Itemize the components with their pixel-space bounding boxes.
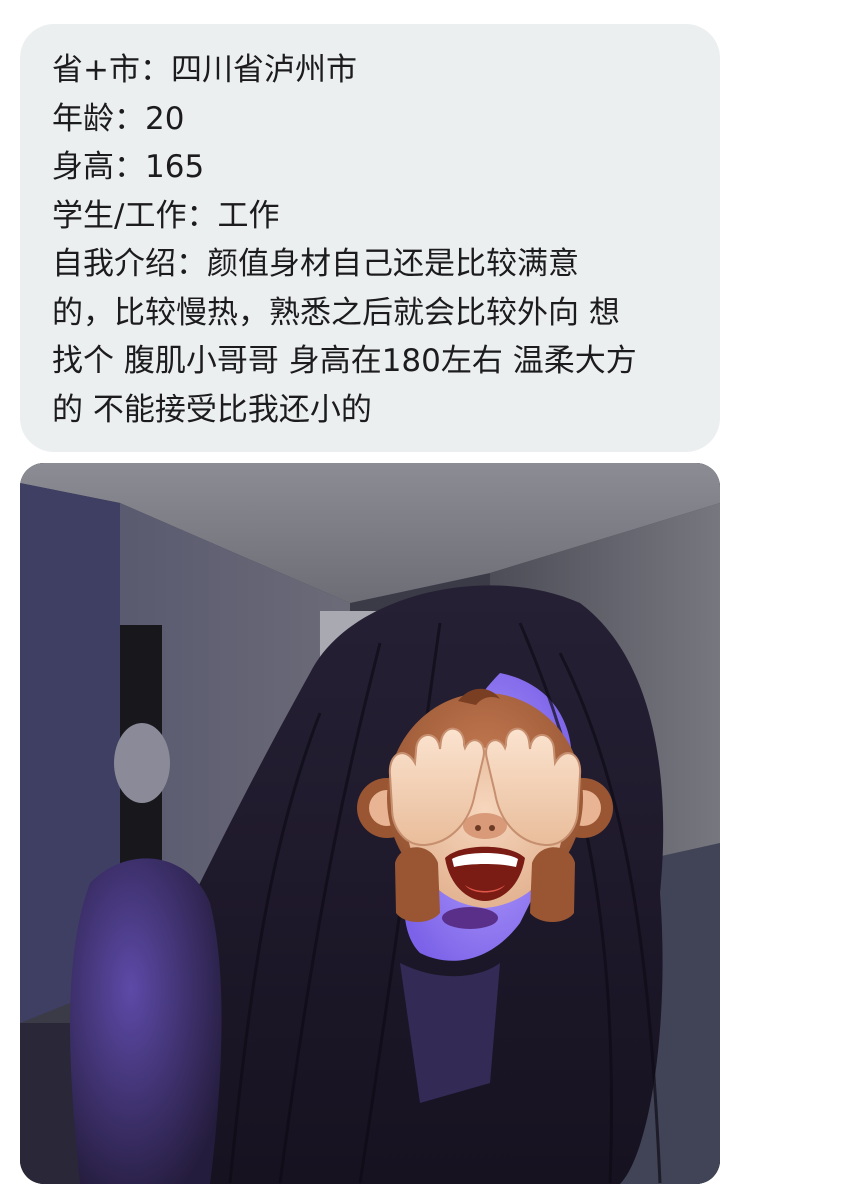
- message-bubble[interactable]: 省+市：四川省泸州市 年龄：20 身高：165 学生/工作：工作 自我介绍：颜值…: [20, 24, 720, 452]
- message-line-intro-4: 的 不能接受比我还小的: [52, 391, 372, 428]
- message-line-intro-3: 找个 腹肌小哥哥 身高在180左右 温柔大方: [52, 343, 637, 379]
- message-photo[interactable]: [20, 463, 720, 1184]
- message-line-intro-1: 自我介绍：颜值身材自己还是比较满意: [52, 246, 579, 282]
- message-line-occupation: 学生/工作：工作: [52, 197, 280, 234]
- message-line-province-city: 省+市：四川省泸州市: [52, 52, 357, 88]
- message-line-age: 年龄：20: [52, 100, 185, 137]
- chat-view: 省+市：四川省泸州市 年龄：20 身高：165 学生/工作：工作 自我介绍：颜值…: [0, 0, 855, 1199]
- message-line-intro-2: 的，比较慢热，熟悉之后就会比较外向 想: [52, 294, 620, 331]
- message-line-height: 身高：165: [52, 149, 205, 185]
